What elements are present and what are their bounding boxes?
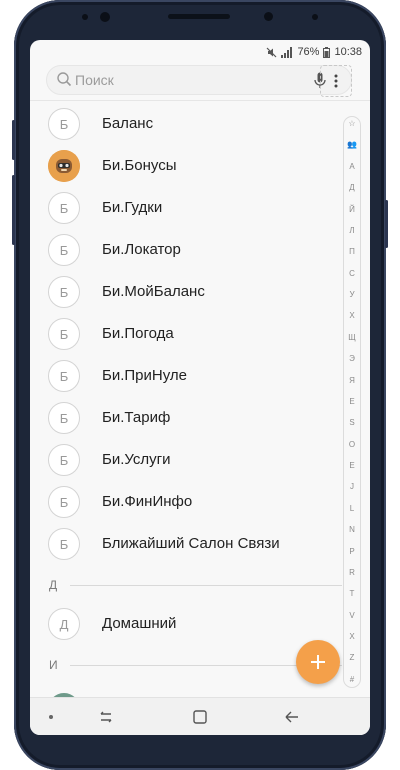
phone-screen: 76% 10:38 Поиск Б Баланс Би.Бонусы Б Би.Гудк… <box>30 40 370 735</box>
index-letter[interactable]: Е <box>349 462 354 470</box>
contact-row[interactable]: Би.Бонусы <box>30 145 348 187</box>
header-divider <box>30 100 370 101</box>
index-letter[interactable]: # <box>350 675 354 684</box>
index-letter[interactable]: С <box>349 269 355 278</box>
contact-name: Би.Тариф <box>102 409 171 426</box>
contact-row[interactable]: Б Би.ФинИнфо <box>30 481 348 523</box>
contact-row[interactable]: Б Би.Услуги <box>30 439 348 481</box>
navigation-bar <box>30 697 370 735</box>
avatar: Б <box>48 486 80 518</box>
index-letter[interactable]: Й <box>349 205 355 214</box>
index-letter[interactable]: Х <box>349 312 354 320</box>
alphabet-index-scrollbar[interactable]: ☆ 👥 А Д Й Л П С У Х Щ Э Я Е Ѕ О Е J L N P R T V X Z # <box>343 116 361 688</box>
contact-row[interactable]: Б Би.Тариф <box>30 397 348 439</box>
index-letter[interactable]: У <box>349 291 354 299</box>
index-letter[interactable]: Э <box>349 355 355 363</box>
contact-name: Би.Погода <box>102 325 174 342</box>
contact-name: Би.ФинИнфо <box>102 493 193 510</box>
contact-row[interactable]: Б Би.МойБаланс <box>30 271 348 313</box>
avatar: Б <box>48 402 80 434</box>
index-letter[interactable]: Z <box>350 654 355 662</box>
contact-name: Би.Гудки <box>102 199 163 216</box>
contact-name: Би.ПриНуле <box>102 367 187 384</box>
section-letter: И <box>49 658 58 672</box>
index-letter[interactable]: J <box>350 483 354 491</box>
index-letter[interactable]: Д <box>349 184 354 192</box>
more-options-button[interactable] <box>320 65 352 97</box>
nav-dot-icon[interactable] <box>49 715 53 719</box>
contact-row[interactable]: Б Ближайший Салон Связи <box>30 523 348 565</box>
index-letter[interactable]: Ѕ <box>349 419 354 427</box>
plus-icon <box>311 655 325 669</box>
index-letter[interactable]: Л <box>349 226 354 235</box>
contact-list: Б Баланс Би.Бонусы Б Би.Гудки Б Би.Локатор Б Би.… <box>30 103 348 683</box>
index-letter[interactable]: ☆ <box>348 120 355 128</box>
search-input[interactable]: Поиск <box>75 72 114 88</box>
contact-row[interactable]: Б Баланс <box>30 103 348 145</box>
contact-name: Ближайший Салон Связи <box>102 535 280 552</box>
index-letter[interactable]: П <box>349 248 355 256</box>
section-letter: Д <box>49 578 58 592</box>
section-divider <box>70 585 342 586</box>
index-letter[interactable]: Е <box>349 397 354 406</box>
volume-button <box>12 120 15 160</box>
sensor <box>82 14 88 20</box>
index-letter[interactable]: Щ <box>348 333 356 342</box>
contact-row[interactable]: Д Домашний <box>30 603 348 645</box>
avatar: Б <box>48 360 80 392</box>
home-icon[interactable] <box>193 709 207 728</box>
avatar: Б <box>48 528 80 560</box>
more-vertical-icon <box>334 74 338 88</box>
avatar: Б <box>48 276 80 308</box>
contact-name: Би.Бонусы <box>102 157 177 174</box>
mute-icon <box>266 47 277 58</box>
contact-photo-avatar <box>48 150 80 182</box>
index-letter[interactable]: Я <box>349 376 355 385</box>
avatar: Б <box>48 444 80 476</box>
power-button <box>385 200 388 248</box>
search-icon <box>56 71 72 91</box>
front-camera <box>100 12 110 22</box>
status-time: 10:38 <box>334 46 362 58</box>
contact-row[interactable]: Б Би.Погода <box>30 313 348 355</box>
earpiece-speaker <box>168 14 230 19</box>
add-contact-button[interactable] <box>296 640 340 684</box>
avatar: Б <box>48 192 80 224</box>
avatar: Б <box>48 234 80 266</box>
index-letter[interactable]: R <box>349 568 355 577</box>
index-letter[interactable]: 👥 <box>347 141 357 149</box>
contact-name: Би.Услуги <box>102 451 171 468</box>
index-letter[interactable]: О <box>349 440 355 449</box>
index-letter[interactable]: N <box>349 526 355 534</box>
recent-apps-icon[interactable] <box>98 709 114 728</box>
avatar: Д <box>48 608 80 640</box>
index-letter[interactable]: L <box>350 504 354 513</box>
status-bar: 76% 10:38 <box>266 44 362 60</box>
index-letter[interactable]: P <box>349 547 354 556</box>
signal-icon <box>281 46 293 58</box>
contact-row[interactable]: Б Би.ПриНуле <box>30 355 348 397</box>
back-icon[interactable] <box>284 709 300 728</box>
contact-row[interactable]: Б Би.Гудки <box>30 187 348 229</box>
avatar: Б <box>48 318 80 350</box>
contact-name: Баланс <box>102 115 154 132</box>
index-letter[interactable]: T <box>350 590 355 598</box>
battery-icon <box>323 46 331 58</box>
contact-name: Би.Локатор <box>102 241 181 258</box>
bixby-button <box>12 175 15 245</box>
battery-percent: 76% <box>297 46 320 58</box>
index-letter[interactable]: V <box>349 611 354 620</box>
avatar: Б <box>48 108 80 140</box>
index-letter[interactable]: X <box>349 633 354 641</box>
iris-camera <box>264 12 273 21</box>
section-header-d: Д <box>30 565 348 603</box>
search-bar[interactable]: Поиск <box>46 65 352 95</box>
contact-name: Би.МойБаланс <box>102 283 205 300</box>
proximity-sensor <box>312 14 318 20</box>
index-letter[interactable]: А <box>349 162 354 171</box>
contact-row[interactable]: Б Би.Локатор <box>30 229 348 271</box>
contact-name: Домашний <box>102 615 177 632</box>
